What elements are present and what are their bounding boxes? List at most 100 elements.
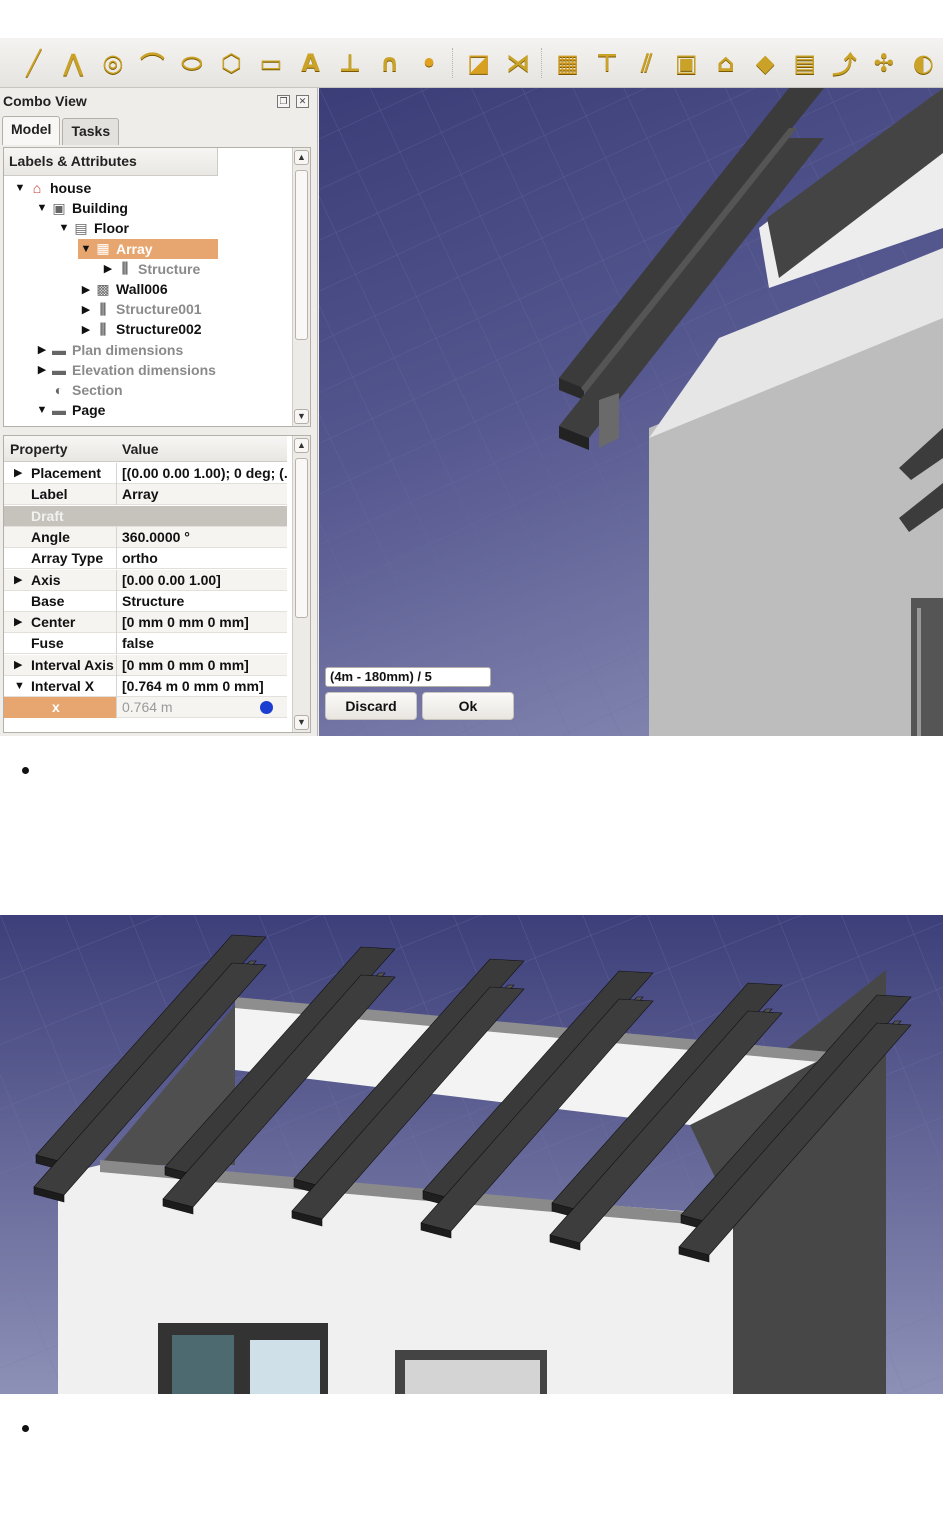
property-row-label[interactable]: Label Array: [4, 484, 287, 506]
property-name: Angle: [4, 526, 117, 548]
space-icon[interactable]: ◆: [746, 43, 786, 83]
collapsed-arrow-icon[interactable]: ▶: [78, 323, 94, 336]
tree-scrollbar[interactable]: ▲ ▼: [292, 148, 310, 426]
list-bullet: [22, 767, 29, 774]
discard-button[interactable]: Discard: [325, 692, 417, 720]
tree-item-section[interactable]: ◐ Section: [34, 380, 123, 400]
property-row-center[interactable]: ▶ Center [0 mm 0 mm 0 mm]: [4, 612, 287, 634]
arc-icon[interactable]: ⌒: [133, 43, 173, 83]
property-row-fuse[interactable]: Fuse false: [4, 633, 287, 655]
scroll-down-icon[interactable]: ▼: [294, 409, 309, 424]
scroll-down-icon[interactable]: ▼: [294, 715, 309, 730]
tree-item-elevation-dimensions[interactable]: ▶ ▬ Elevation dimensions: [34, 360, 216, 380]
property-scrollbar[interactable]: ▲ ▼: [292, 436, 310, 732]
property-row-draft[interactable]: Draft: [4, 505, 287, 527]
property-row-axis[interactable]: ▶ Axis [0.00 0.00 1.00]: [4, 569, 287, 591]
wall-icon[interactable]: ▦: [548, 43, 588, 83]
close-panel-icon[interactable]: ✕: [296, 95, 309, 108]
property-row-x[interactable]: x 0.764 m: [4, 697, 287, 719]
tree-item-page[interactable]: ▼ ▬ Page: [34, 400, 106, 420]
collapsed-arrow-icon[interactable]: ▶: [14, 463, 22, 484]
tree-item-structure002[interactable]: ▶ ⫼ Structure002: [78, 319, 202, 339]
property-key-text: Draft: [31, 507, 64, 524]
scroll-up-icon[interactable]: ▲: [294, 438, 309, 453]
line-icon[interactable]: ╱: [14, 43, 54, 83]
collapsed-arrow-icon[interactable]: ▶: [34, 363, 50, 376]
collapsed-arrow-icon[interactable]: ▶: [34, 343, 50, 356]
section-icon: ◐: [54, 382, 64, 398]
facebinder-icon[interactable]: ◪: [459, 43, 499, 83]
wire-icon[interactable]: ⋀: [54, 43, 94, 83]
property-row-interval-axis[interactable]: ▶ Interval Axis [0 mm 0 mm 0 mm]: [4, 654, 287, 676]
property-key-text: Fuse: [31, 635, 64, 652]
rebar-icon[interactable]: ⫽: [627, 43, 667, 83]
window-icon[interactable]: ▣: [666, 43, 706, 83]
dimension-icon[interactable]: ⊥: [330, 43, 370, 83]
expanded-arrow-icon[interactable]: ▼: [12, 182, 28, 194]
expression-fx-icon[interactable]: [260, 701, 273, 715]
collapsed-arrow-icon[interactable]: ▶: [78, 283, 94, 296]
scroll-thumb[interactable]: [295, 458, 308, 618]
property-name: Base: [4, 590, 117, 612]
expanded-arrow-icon[interactable]: ▼: [14, 676, 25, 697]
tree-item-label: Building: [72, 200, 128, 217]
bspline-icon[interactable]: ∩: [370, 43, 410, 83]
expanded-arrow-icon[interactable]: ▼: [56, 222, 72, 234]
3d-viewport[interactable]: [319, 88, 943, 736]
tree-item-label: house: [50, 180, 92, 196]
expanded-arrow-icon[interactable]: ▼: [34, 404, 50, 416]
property-name: Array Type: [4, 548, 117, 570]
float-panel-icon[interactable]: ❐: [277, 95, 290, 108]
rectangle-icon[interactable]: ▭: [251, 43, 291, 83]
property-row-array-type[interactable]: Array Type ortho: [4, 548, 287, 570]
axis-icon[interactable]: ⤴: [825, 43, 865, 83]
combo-view-title: Combo View: [3, 93, 87, 109]
tree-item-floor[interactable]: ▼ ▤ Floor: [56, 218, 129, 238]
tree-item-building[interactable]: ▼ ▣ Building: [34, 198, 128, 218]
folder-icon: ▬: [52, 341, 66, 358]
tree-item-label: Elevation dimensions: [72, 361, 216, 378]
collapsed-arrow-icon[interactable]: ▶: [78, 303, 94, 316]
tab-model[interactable]: Model: [2, 116, 61, 145]
site-icon[interactable]: ◐: [904, 43, 943, 83]
tab-tasks[interactable]: Tasks: [62, 118, 120, 145]
combo-view-panel: Combo View ❐ ✕ Model Tasks Labels & Attr…: [0, 88, 318, 736]
property-row-angle[interactable]: Angle 360.0000 °: [4, 526, 287, 548]
scroll-thumb[interactable]: [295, 170, 308, 340]
property-row-placement[interactable]: ▶ Placement [(0.00 0.00 1.00); 0 deg; (...: [4, 463, 287, 484]
property-value-input[interactable]: 0.764 m: [118, 697, 287, 718]
tree-item-structure001[interactable]: ▶ ⫼ Structure001: [78, 299, 202, 319]
tree-item-label: Floor: [94, 220, 129, 237]
circle-icon[interactable]: ◎: [93, 43, 133, 83]
collapsed-arrow-icon[interactable]: ▶: [100, 262, 116, 275]
collapsed-arrow-icon[interactable]: ▶: [14, 612, 22, 633]
point-icon[interactable]: •: [409, 43, 449, 83]
property-row-base[interactable]: Base Structure: [4, 590, 287, 612]
ellipse-icon[interactable]: ⬭: [172, 43, 212, 83]
property-value: [0.764 m 0 mm 0 mm]: [118, 676, 287, 697]
tree-item-label: Structure: [138, 260, 201, 277]
scroll-up-icon[interactable]: ▲: [294, 150, 309, 165]
tree-item-array[interactable]: ▼ ▦ Array: [78, 238, 218, 259]
property-row-interval-x[interactable]: ▼ Interval X [0.764 m 0 mm 0 mm]: [4, 676, 287, 697]
expanded-arrow-icon[interactable]: ▼: [78, 243, 94, 255]
polygon-icon[interactable]: ⬡: [212, 43, 252, 83]
tree-item-wall006[interactable]: ▶ ▩ Wall006: [78, 279, 168, 299]
section-plane-icon[interactable]: ✣: [864, 43, 904, 83]
text-icon[interactable]: A: [291, 43, 331, 83]
3d-scene-closeup: [319, 88, 943, 736]
expression-input[interactable]: (4m - 180mm) / 5: [325, 667, 491, 687]
tree-item-structure[interactable]: ▶ ⫼ Structure: [100, 259, 200, 279]
property-value-text: [0 mm 0 mm 0 mm]: [122, 656, 249, 673]
collapsed-arrow-icon[interactable]: ▶: [14, 655, 22, 676]
collapsed-arrow-icon[interactable]: ▶: [14, 570, 22, 591]
tree-item-plan-dimensions[interactable]: ▶ ▬ Plan dimensions: [34, 340, 183, 360]
expanded-arrow-icon[interactable]: ▼: [34, 202, 50, 214]
ok-button[interactable]: Ok: [422, 692, 514, 720]
bezcurve-icon[interactable]: ⋊: [498, 43, 538, 83]
tree-item-house[interactable]: ▼ ⌂ house: [12, 178, 92, 198]
property-name: Label: [4, 484, 117, 506]
structure-icon[interactable]: ⊤: [587, 43, 627, 83]
building-icon[interactable]: ⌂: [706, 43, 746, 83]
floor-icon[interactable]: ▤: [785, 43, 825, 83]
